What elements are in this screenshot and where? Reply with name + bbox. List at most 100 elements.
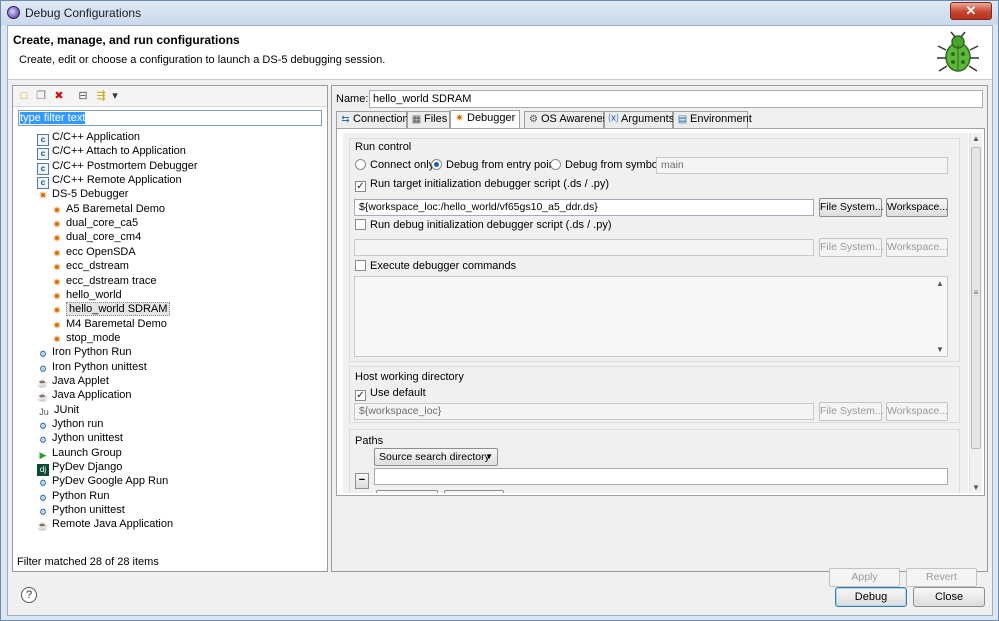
tree-item[interactable]: ✷ hello_world SDRAM bbox=[51, 302, 171, 317]
name-field[interactable]: hello_world SDRAM bbox=[369, 90, 983, 108]
target-file-system-button[interactable]: File System... bbox=[819, 198, 884, 217]
tree-item[interactable]: c C/C++ Attach to Application bbox=[37, 144, 186, 161]
tree-item[interactable]: ☕ Java Application bbox=[37, 388, 132, 402]
paths-workspace-button[interactable]: Workspace... bbox=[444, 490, 504, 493]
tree-item-label: DS-5 Debugger bbox=[52, 188, 129, 201]
tree-item[interactable]: ⚙ Iron Python unittest bbox=[37, 360, 147, 374]
tab-label: Arguments bbox=[621, 113, 675, 125]
filter-icon[interactable]: ⇶ bbox=[94, 89, 108, 103]
banner-subtitle: Create, edit or choose a configuration t… bbox=[19, 54, 386, 66]
scroll-up-icon[interactable]: ▲ bbox=[934, 279, 946, 288]
execute-commands-checkbox[interactable]: Execute debugger commands bbox=[355, 260, 516, 272]
path-field[interactable] bbox=[374, 468, 948, 485]
window-close-button[interactable]: ✕ bbox=[950, 2, 992, 20]
paths-file-system-button[interactable]: File System... bbox=[376, 490, 438, 493]
tree-item[interactable]: ⚙ Iron Python Run bbox=[37, 345, 132, 359]
host-workspace-button[interactable]: Workspace... bbox=[886, 402, 948, 421]
scroll-up-icon[interactable]: ▲ bbox=[970, 134, 982, 143]
tree-item[interactable]: ⚙ Jython run bbox=[37, 417, 103, 431]
close-button[interactable]: Close bbox=[913, 587, 985, 607]
symbol-field[interactable]: main bbox=[656, 157, 948, 174]
tab-label: OS Awareness bbox=[541, 113, 614, 125]
use-default-checkbox[interactable]: ✓ Use default bbox=[355, 387, 426, 401]
tree-item[interactable]: ✷ M4 Baremetal Demo bbox=[51, 317, 166, 332]
tree-item[interactable]: ▶ Launch Group bbox=[37, 446, 122, 460]
python-icon: ⚙ bbox=[38, 435, 48, 446]
eclipse-icon bbox=[7, 6, 20, 19]
banner-heading: Create, manage, and run configurations bbox=[13, 33, 240, 47]
tree-item[interactable]: ⚙ Python unittest bbox=[37, 503, 125, 517]
host-file-system-button[interactable]: File System... bbox=[819, 402, 884, 421]
tree-item-label: hello_world bbox=[66, 288, 122, 301]
ds5-debugger-icon: ✷ bbox=[52, 204, 62, 217]
chevron-down-icon[interactable]: ▾ bbox=[108, 89, 122, 103]
tab-files[interactable]: ▦ Files bbox=[407, 111, 450, 128]
ds5-debugger-icon: ✷ bbox=[52, 333, 62, 346]
combo-value: Source search directory bbox=[379, 451, 490, 463]
connect-only-radio[interactable]: Connect only bbox=[355, 159, 434, 171]
tree-item[interactable]: ✷ A5 Baremetal Demo bbox=[51, 202, 165, 217]
debug-workspace-button[interactable]: Workspace... bbox=[886, 238, 948, 257]
tree-item[interactable]: ✷ dual_core_cm4 bbox=[51, 230, 141, 245]
tab-os-awareness[interactable]: ⚙ OS Awareness bbox=[524, 111, 614, 128]
tree-item[interactable]: dj PyDev Django bbox=[37, 460, 122, 477]
run-target-script-checkbox[interactable]: ✓ Run target initialization debugger scri… bbox=[355, 178, 609, 192]
tree-item[interactable]: ⚙ PyDev Google App Run bbox=[37, 474, 168, 488]
java-icon: ☕ bbox=[37, 377, 49, 388]
tree-item[interactable]: c C/C++ Application bbox=[37, 130, 140, 146]
python-icon: ⚙ bbox=[38, 363, 48, 374]
tree-item[interactable]: ⚙ Python Run bbox=[37, 489, 110, 503]
duplicate-icon[interactable]: ❐ bbox=[34, 89, 48, 103]
tree-item[interactable]: ✷ DS-5 Debugger bbox=[37, 187, 129, 203]
run-debug-script-checkbox[interactable]: Run debug initialization debugger script… bbox=[355, 219, 612, 231]
tab-connection[interactable]: ⇆ Connection bbox=[336, 111, 409, 128]
debug-button[interactable]: Debug bbox=[835, 587, 907, 607]
apply-button[interactable]: Apply bbox=[829, 568, 900, 587]
tree-item[interactable]: ☕ Remote Java Application bbox=[37, 517, 173, 531]
debug-script-field[interactable] bbox=[354, 239, 814, 256]
tree-item[interactable]: ✷ ecc OpenSDA bbox=[51, 245, 135, 260]
source-search-combo[interactable]: Source search directory ▼ bbox=[374, 448, 498, 466]
connection-icon: ⇆ bbox=[341, 114, 350, 125]
delete-icon[interactable]: ✖ bbox=[52, 89, 66, 103]
tree-item[interactable]: ☕ Java Applet bbox=[37, 374, 108, 388]
new-config-icon[interactable]: □ bbox=[17, 89, 31, 103]
tree-item[interactable]: Ju JUnit bbox=[37, 403, 79, 417]
tree-item[interactable]: ⚙ Jython unittest bbox=[37, 431, 123, 445]
run-control-title: Run control bbox=[355, 141, 412, 153]
tree-item-label: Java Application bbox=[52, 389, 132, 402]
tree-item[interactable]: ✷ hello_world bbox=[51, 288, 122, 303]
tab-environment[interactable]: ▤ Environment bbox=[673, 111, 752, 128]
tree-item[interactable]: ✷ stop_mode bbox=[51, 331, 120, 346]
tab-arguments[interactable]: ⒳ Arguments bbox=[604, 111, 675, 128]
dialog-banner: Create, manage, and run configurations C… bbox=[8, 26, 992, 80]
configuration-tree-panel: □ ❐ ✖ ⊟ ⇶ ▾ type filter text c C/C++ Appl… bbox=[12, 85, 328, 572]
help-icon[interactable]: ? bbox=[21, 587, 37, 603]
tab-debugger[interactable]: ✷ Debugger bbox=[450, 110, 520, 129]
tree-item[interactable]: c C/C++ Remote Application bbox=[37, 173, 182, 190]
scrollbar-thumb[interactable]: ≡ bbox=[971, 147, 981, 449]
scroll-down-icon[interactable]: ▼ bbox=[934, 345, 946, 354]
filter-input[interactable]: type filter text bbox=[18, 110, 322, 126]
debug-from-symbol-radio[interactable]: Debug from symbol bbox=[550, 159, 660, 171]
working-directory-field[interactable]: ${workspace_loc} bbox=[354, 403, 814, 420]
filter-status: Filter matched 28 of 28 items bbox=[17, 556, 159, 568]
remove-path-button[interactable]: − bbox=[355, 473, 369, 489]
scroll-down-icon[interactable]: ▼ bbox=[970, 483, 982, 492]
debug-file-system-button[interactable]: File System... bbox=[819, 238, 884, 257]
window-title: Debug Configurations bbox=[25, 6, 142, 20]
target-script-field[interactable]: ${workspace_loc:/hello_world/vf65gs10_a5… bbox=[354, 199, 814, 216]
debug-from-entry-point-radio[interactable]: Debug from entry point bbox=[431, 159, 558, 171]
python-icon: ⚙ bbox=[38, 478, 48, 489]
ds5-debugger-icon: ✷ bbox=[38, 190, 48, 203]
revert-button[interactable]: Revert bbox=[906, 568, 977, 587]
tree-item-label: C/C++ Postmortem Debugger bbox=[52, 159, 198, 172]
target-workspace-button[interactable]: Workspace... bbox=[886, 198, 948, 217]
tree-item[interactable]: ✷ dual_core_ca5 bbox=[51, 216, 138, 231]
tree-item[interactable]: ✷ ecc_dstream bbox=[51, 259, 129, 274]
tree-item[interactable]: ✷ ecc_dstream trace bbox=[51, 274, 156, 289]
debugger-scrollbar[interactable]: ▲ ≡ ▼ bbox=[969, 133, 982, 493]
tree-item[interactable]: c C/C++ Postmortem Debugger bbox=[37, 159, 198, 175]
collapse-all-icon[interactable]: ⊟ bbox=[76, 89, 90, 103]
debugger-commands-textarea[interactable]: ▲ ▼ bbox=[354, 276, 948, 357]
